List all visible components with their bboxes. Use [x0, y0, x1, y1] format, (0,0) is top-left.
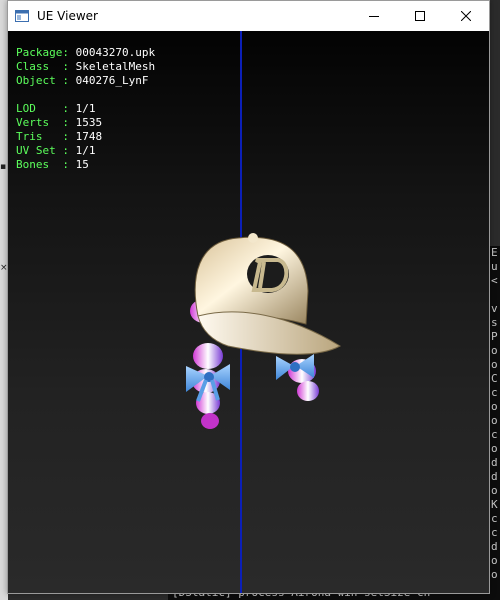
window-title: UE Viewer: [37, 9, 98, 23]
ue-viewer-window: UE Viewer Package: 00043270.upk Class: …: [7, 0, 490, 594]
skeletal-mesh-model: [186, 233, 341, 429]
cap-logo: [247, 255, 289, 293]
info-row-lod: LOD : 1/1: [16, 102, 96, 115]
title-bar[interactable]: UE Viewer: [8, 1, 489, 31]
info-row-verts: Verts : 1535: [16, 116, 103, 129]
info-row-object: Object : 040276_LynF: [16, 74, 149, 87]
window-app-icon: [15, 10, 29, 22]
minimize-icon: [369, 16, 379, 17]
info-row-tris: Tris : 1748: [16, 130, 103, 143]
3d-viewport[interactable]: Package: 00043270.upk Class : SkeletalMe…: [8, 31, 489, 593]
maximize-button[interactable]: [397, 1, 443, 31]
window-controls: [351, 1, 489, 31]
minimize-button[interactable]: [351, 1, 397, 31]
info-row-package: Package: 00043270.upk: [16, 46, 156, 59]
info-row-bones: Bones : 15: [16, 158, 89, 171]
close-icon: [461, 11, 471, 21]
info-row-uvset: UV Set : 1/1: [16, 144, 96, 157]
background-console-window: Eu < vsPo oCco ocod doKc cdoo: [489, 246, 500, 600]
close-button[interactable]: [443, 1, 489, 31]
mesh-info-overlay: Package: 00043270.upk Class : SkeletalMe…: [16, 46, 155, 172]
info-row-class: Class : SkeletalMesh: [16, 60, 156, 73]
maximize-icon: [415, 11, 425, 21]
